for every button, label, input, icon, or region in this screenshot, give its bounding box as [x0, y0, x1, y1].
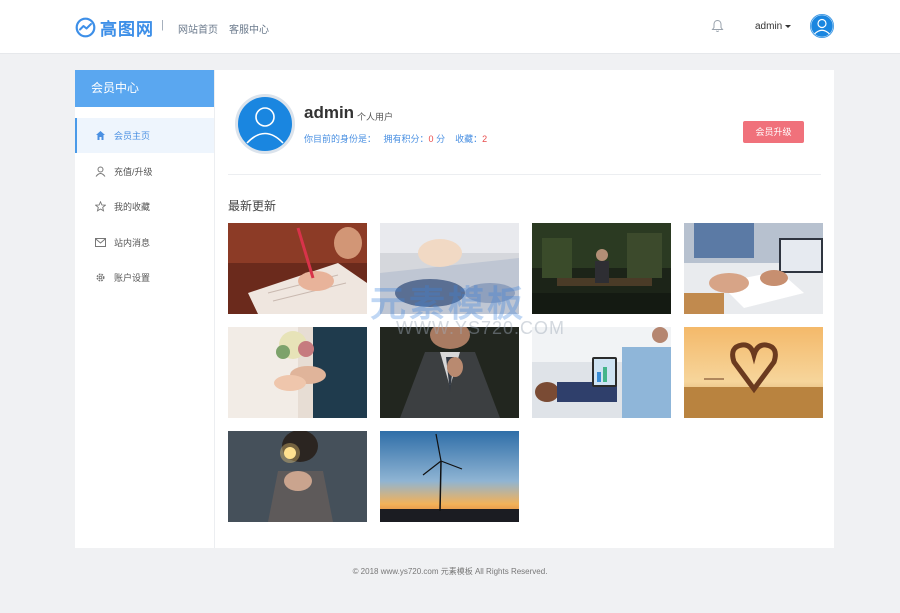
avatar[interactable] [810, 14, 834, 38]
footer-copyright: © 2018 www.ys720.com 元素模板 All Rights Res… [352, 567, 548, 576]
user-icon [94, 166, 106, 178]
latest-updates-title: 最新更新 [228, 199, 277, 213]
sidebar: 会员中心 会员主页 充值/升级 我的收藏 站内消息 账户设置 [75, 70, 214, 305]
sidebar-item-label: 充值/升级 [114, 167, 153, 177]
identity-label: 你目前的身份是： [304, 134, 377, 144]
tablet-chart-photo[interactable] [532, 327, 671, 418]
sidebar-item-label: 我的收藏 [114, 202, 151, 212]
logo[interactable]: 高图网 [75, 15, 154, 40]
profile-avatar [235, 94, 295, 154]
home-icon [94, 130, 106, 142]
favorites-label: 收藏： [455, 134, 483, 144]
user-menu[interactable]: admin [755, 21, 792, 32]
sidebar-item-settings[interactable]: 账户设置 [75, 260, 214, 295]
sidebar-item-recharge[interactable]: 充值/升级 [75, 154, 214, 189]
sidebar-item-messages[interactable]: 站内消息 [75, 225, 214, 260]
header-separator: | [161, 19, 164, 31]
divider [228, 174, 821, 175]
logo-icon [75, 17, 96, 38]
profile-stats: 你目前的身份是： 拥有积分：0 分 收藏：2 [304, 132, 487, 145]
sidebar-item-label: 账户设置 [114, 273, 151, 283]
wedding-ring-photo[interactable] [228, 327, 367, 418]
profile-name: admin [304, 103, 355, 122]
logo-text: 高图网 [100, 20, 154, 39]
sidebar-title: 会员中心 [75, 70, 214, 107]
points-label: 拥有积分： [383, 134, 429, 144]
suit-man-photo[interactable] [380, 327, 519, 418]
top-header: 高图网 | 网站首页 客服中心 admin [0, 0, 900, 54]
profile-type: 个人用户 [357, 112, 394, 122]
sparkler-photo[interactable] [228, 431, 367, 522]
points-value: 0 [428, 134, 434, 144]
sidebar-item-label: 会员主页 [114, 131, 151, 141]
upgrade-button[interactable]: 会员升级 [743, 121, 804, 143]
city-bench-photo[interactable] [532, 223, 671, 314]
points-unit: 分 [436, 134, 446, 144]
sidebar-item-label: 站内消息 [114, 238, 151, 248]
nav-home-link[interactable]: 网站首页 [178, 21, 218, 36]
writing-hand-photo[interactable] [228, 223, 367, 314]
bell-icon[interactable] [711, 19, 724, 38]
heart-beach-photo[interactable] [684, 327, 823, 418]
sidebar-item-favorites[interactable]: 我的收藏 [75, 189, 214, 224]
mail-icon [94, 237, 106, 249]
nav-service-link[interactable]: 客服中心 [229, 21, 269, 36]
gear-icon [94, 272, 106, 284]
watermark-url: WWW.YS720.COM [396, 318, 566, 338]
caret-down-icon [785, 24, 792, 28]
user-name: admin [755, 21, 783, 32]
favorites-value: 2 [482, 134, 488, 144]
laptop-writing-photo[interactable] [684, 223, 823, 314]
star-icon [94, 201, 106, 213]
sidebar-item-home[interactable]: 会员主页 [75, 118, 214, 153]
wind-turbine-photo[interactable] [380, 431, 519, 522]
